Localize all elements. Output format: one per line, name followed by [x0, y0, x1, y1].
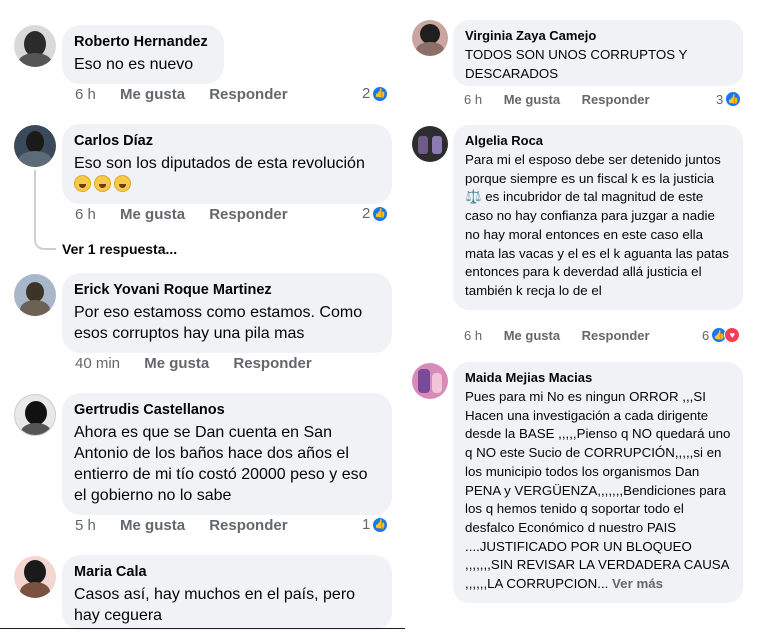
comment: Roberto Hernandez Eso no es nuevo 6 h Me… — [0, 0, 405, 110]
avatar[interactable] — [412, 363, 448, 399]
avatar[interactable] — [14, 125, 56, 167]
comment-bubble: Gertrudis Castellanos Ahora es que se Da… — [62, 393, 392, 515]
reaction-count[interactable]: 1 👍 — [362, 516, 389, 533]
comment: Algelia Roca Para mi el esposo debe ser … — [405, 118, 766, 350]
comment-bubble: Erick Yovani Roque Martinez Por eso esta… — [62, 273, 392, 353]
like-button[interactable]: Me gusta — [144, 355, 209, 372]
comment-actions: 6 h Me gusta Responder — [464, 92, 650, 107]
reply-thread-line — [34, 170, 56, 250]
avatar[interactable] — [14, 274, 56, 316]
comment-text: Ahora es que se Dan cuenta en San Antoni… — [74, 424, 368, 504]
reply-button[interactable]: Responder — [582, 92, 650, 107]
comment-text: Casos así, hay muchos en el país, pero h… — [74, 586, 356, 624]
reaction-number: 1 — [362, 516, 371, 533]
comment: Erick Yovani Roque Martinez Por eso esta… — [0, 268, 405, 383]
comment-bubble: Carlos Díaz Eso son los diputados de est… — [62, 124, 392, 204]
reaction-count[interactable]: 2 👍 — [362, 85, 389, 102]
like-icon: 👍 — [725, 91, 742, 107]
reply-button[interactable]: Responder — [209, 86, 287, 103]
avatar[interactable] — [14, 556, 56, 598]
like-button[interactable]: Me gusta — [504, 328, 560, 343]
rofl-emoji — [74, 175, 91, 192]
grin-emoji — [94, 175, 111, 192]
comment-bubble: Algelia Roca Para mi el esposo debe ser … — [453, 125, 743, 310]
comment-actions: 6 h Me gusta Responder — [75, 206, 288, 223]
reaction-count[interactable]: 2 👍 — [362, 205, 389, 222]
comment-author[interactable]: Roberto Hernandez — [74, 33, 212, 51]
comment: Carlos Díaz Eso son los diputados de est… — [0, 110, 405, 260]
avatar[interactable] — [412, 20, 448, 56]
reaction-count[interactable]: 6 👍 ♥ — [702, 327, 741, 343]
comment-author[interactable]: Erick Yovani Roque Martinez — [74, 281, 380, 299]
comment-text: Para mi el esposo debe ser detenido junt… — [465, 152, 729, 298]
comment-text-body: Pues para mi No es ningun ORROR ,,,SI Ha… — [465, 389, 731, 592]
reply-button[interactable]: Responder — [582, 328, 650, 343]
like-button[interactable]: Me gusta — [120, 206, 185, 223]
comment-bubble: Maria Cala Casos así, hay muchos en el p… — [62, 555, 392, 630]
see-more-link[interactable]: Ver más — [612, 576, 663, 591]
comment-actions: 5 h Me gusta Responder — [75, 517, 288, 534]
right-comments-column: Virginia Zaya Camejo TODOS SON UNOS CORR… — [405, 0, 766, 633]
comment-author[interactable]: Virginia Zaya Camejo — [465, 28, 731, 44]
comment-actions: 6 h Me gusta Responder — [464, 328, 650, 343]
like-icon: 👍 — [372, 516, 389, 533]
comment-author[interactable]: Maria Cala — [74, 563, 380, 581]
comment: Gertrudis Castellanos Ahora es que se Da… — [0, 390, 405, 545]
comment-actions: 6 h Me gusta Responder — [75, 86, 288, 103]
left-comments-column: Roberto Hernandez Eso no es nuevo 6 h Me… — [0, 0, 405, 633]
reaction-number: 6 — [702, 327, 710, 343]
reaction-number: 3 — [716, 91, 724, 107]
comment-author[interactable]: Carlos Díaz — [74, 132, 380, 150]
reply-button[interactable]: Responder — [209, 517, 287, 534]
comment-time[interactable]: 6 h — [75, 86, 96, 103]
comment-actions: 40 min Me gusta Responder — [75, 355, 312, 372]
comment: Maida Mejias Macias Pues para mi No es n… — [405, 358, 766, 633]
avatar[interactable] — [14, 394, 56, 436]
like-button[interactable]: Me gusta — [120, 517, 185, 534]
like-button[interactable]: Me gusta — [504, 92, 560, 107]
comment-text: Por eso estamoss como estamos. Como esos… — [74, 304, 363, 342]
comment-time[interactable]: 6 h — [464, 328, 482, 343]
comment-time[interactable]: 6 h — [75, 206, 96, 223]
avatar[interactable] — [14, 25, 56, 67]
comment-bubble: Maida Mejias Macias Pues para mi No es n… — [453, 362, 743, 603]
comment-author[interactable]: Algelia Roca — [465, 133, 731, 149]
comment-time[interactable]: 5 h — [75, 517, 96, 534]
comment: Maria Cala Casos así, hay muchos en el p… — [0, 552, 405, 632]
comment-text: Eso son los diputados de esta revolución — [74, 153, 380, 195]
like-icon: 👍 — [372, 85, 389, 102]
comment-text: Eso no es nuevo — [74, 56, 194, 73]
comment-bubble: Roberto Hernandez Eso no es nuevo — [62, 25, 224, 84]
reply-button[interactable]: Responder — [233, 355, 311, 372]
comment-text: Pues para mi No es ningun ORROR ,,,SI Ha… — [465, 388, 731, 594]
reaction-count[interactable]: 3 👍 — [716, 91, 742, 107]
reaction-number: 2 — [362, 205, 371, 222]
reply-button[interactable]: Responder — [209, 206, 287, 223]
heart-icon: ♥ — [724, 327, 741, 343]
comment-text: TODOS SON UNOS CORRUPTOS Y DESCARADOS — [465, 47, 688, 81]
reaction-number: 2 — [362, 85, 371, 102]
comment: Virginia Zaya Camejo TODOS SON UNOS CORR… — [405, 0, 766, 115]
comment-bubble: Virginia Zaya Camejo TODOS SON UNOS CORR… — [453, 20, 743, 86]
avatar[interactable] — [412, 126, 448, 162]
comment-text-body: Eso son los diputados de esta revolución — [74, 155, 365, 172]
like-icon: 👍 — [372, 205, 389, 222]
view-replies-link[interactable]: Ver 1 respuesta... — [62, 241, 177, 257]
comment-time[interactable]: 40 min — [75, 355, 120, 372]
comment-author[interactable]: Maida Mejias Macias — [465, 370, 731, 386]
smile-emoji — [114, 175, 131, 192]
comment-time[interactable]: 6 h — [464, 92, 482, 107]
comment-author[interactable]: Gertrudis Castellanos — [74, 401, 380, 419]
like-button[interactable]: Me gusta — [120, 86, 185, 103]
